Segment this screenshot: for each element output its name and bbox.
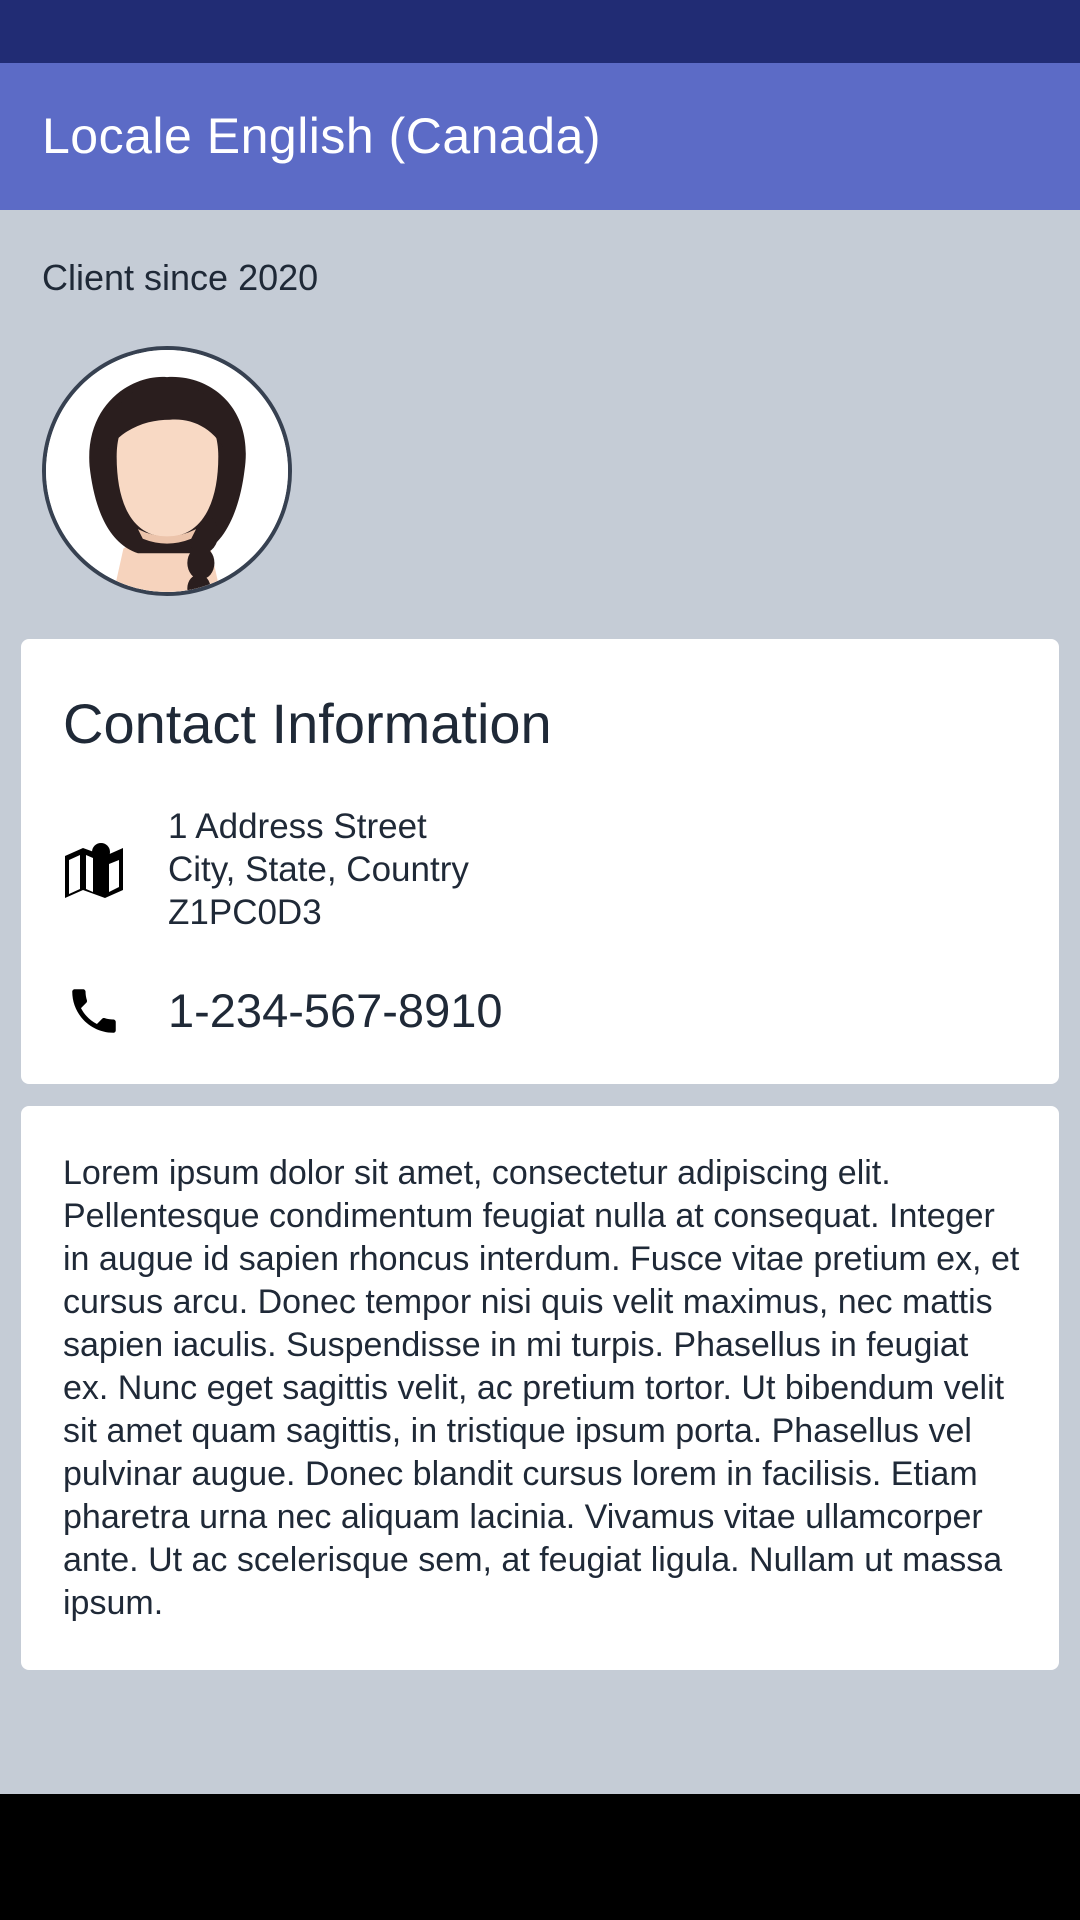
phone-number[interactable]: 1-234-567-8910 xyxy=(168,981,503,1041)
address-line-1: 1 Address Street xyxy=(168,807,427,846)
phone-icon xyxy=(72,989,116,1033)
status-bar xyxy=(0,0,1080,63)
avatar xyxy=(42,346,292,596)
address-line-2: City, State, Country xyxy=(168,850,469,889)
contact-card: Contact Information 1 Address Street Cit… xyxy=(21,639,1059,1084)
about-card: Lorem ipsum dolor sit amet, consectetur … xyxy=(21,1106,1059,1670)
avatar-woman-icon xyxy=(46,350,288,592)
client-since-label: Client since 2020 xyxy=(42,257,319,298)
contact-card-title: Contact Information xyxy=(63,692,552,755)
address-line-3: Z1PC0D3 xyxy=(168,893,322,932)
address-block: 1 Address Street City, State, Country Z1… xyxy=(168,805,469,934)
app-bar: Locale English (Canada) xyxy=(0,63,1080,210)
app-title: Locale English (Canada) xyxy=(42,108,602,164)
about-text: Lorem ipsum dolor sit amet, consectetur … xyxy=(63,1154,1020,1622)
map-icon xyxy=(65,843,123,898)
navigation-bar xyxy=(0,1794,1080,1920)
